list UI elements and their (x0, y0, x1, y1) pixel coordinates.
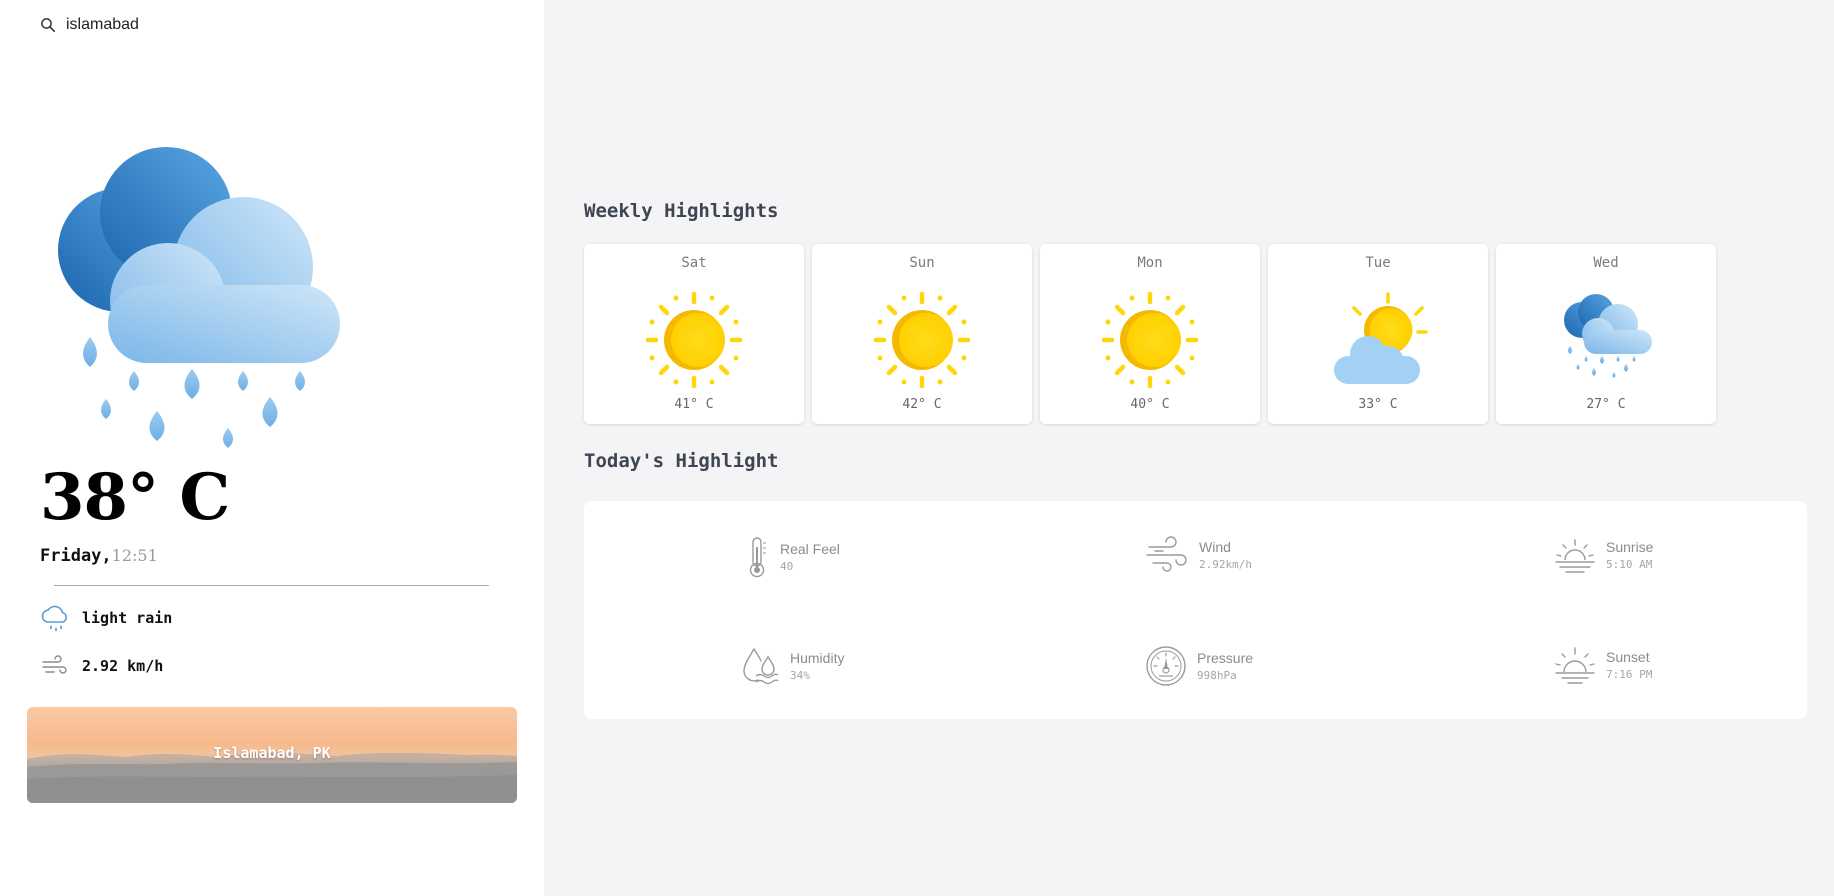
highlight-sunset: Sunset 7:16 PM (1554, 645, 1652, 685)
condition-text: light rain (82, 609, 173, 627)
wind-speed: 2.92 km/h (82, 657, 164, 675)
highlight-label: Sunset (1606, 649, 1650, 665)
sun-icon (873, 291, 971, 389)
highlight-value: 5:10 AM (1606, 558, 1653, 571)
search-bar[interactable] (40, 12, 366, 38)
highlight-label: Real Feel (780, 541, 840, 557)
highlight-label: Sunrise (1606, 539, 1654, 555)
forecast-card[interactable]: Sun 42° C (812, 244, 1032, 424)
highlight-value: 7:16 PM (1606, 668, 1653, 681)
current-datetime: Friday,12:51 (40, 546, 158, 566)
highlight-pressure: Pressure 998hPa (1145, 645, 1253, 687)
forecast-temp: 42° C (902, 397, 942, 412)
forecast-day: Mon (1137, 255, 1163, 271)
highlight-label: Humidity (790, 650, 845, 666)
current-temperature: 38° C (40, 460, 230, 535)
todays-highlight-title: Today's Highlight (584, 450, 779, 472)
forecast-card[interactable]: Mon 40° C (1040, 244, 1260, 424)
highlight-value: 998hPa (1197, 669, 1237, 682)
current-time: 12:51 (111, 546, 158, 565)
forecast-day: Sat (681, 255, 707, 271)
highlight-humidity: Humidity 34% (740, 645, 844, 687)
highlight-value: 2.92km/h (1199, 558, 1252, 571)
forecast-card[interactable]: Sat 41° C (584, 244, 804, 424)
rain-cloud-icon (1564, 294, 1652, 378)
location-card: Islamabad, PK (27, 707, 517, 803)
forecast-card[interactable]: Tue 33° C (1268, 244, 1488, 424)
highlight-wind: Wind 2.92km/h (1145, 535, 1252, 575)
forecast-day: Sun (909, 255, 935, 271)
pressure-gauge-icon (1146, 646, 1186, 686)
weekly-highlights-title: Weekly Highlights (584, 200, 779, 222)
location-name: Islamabad, PK (213, 744, 331, 762)
condition-row: light rain (40, 603, 172, 633)
rain-cloud-icon (58, 147, 340, 448)
highlight-value: 34% (790, 669, 810, 682)
sun-icon (645, 291, 743, 389)
forecast-temp: 40° C (1130, 397, 1170, 412)
divider (54, 585, 489, 586)
highlight-real-feel: Real Feel 40 (744, 535, 840, 579)
highlight-label: Wind (1199, 539, 1231, 555)
current-weather-panel: 38° C Friday,12:51 light rain 2.92 km/h … (0, 0, 544, 896)
forecast-day: Tue (1365, 255, 1391, 271)
search-input[interactable] (66, 16, 366, 34)
highlight-label: Pressure (1197, 650, 1254, 666)
wind-icon (42, 655, 67, 674)
current-day: Friday, (40, 546, 112, 566)
todays-highlight-card: Real Feel 40 Wind 2.92km/h Sunrise 5:10 … (584, 501, 1807, 719)
forecast-day: Wed (1593, 255, 1619, 271)
thermometer-icon (749, 537, 766, 578)
partly-cloudy-icon (1334, 292, 1428, 384)
sun-icon (1101, 291, 1199, 389)
forecast-temp: 41° C (674, 397, 714, 412)
rain-cloud-small-icon (41, 605, 67, 632)
sunrise-icon (1555, 539, 1595, 573)
forecast-card[interactable]: Wed 27° C (1496, 244, 1716, 424)
highlight-sunrise: Sunrise 5:10 AM (1554, 535, 1653, 575)
forecast-temp: 27° C (1586, 397, 1626, 412)
wind-icon (1146, 536, 1187, 572)
humidity-icon (743, 648, 779, 685)
sunset-icon (1555, 647, 1595, 684)
highlight-value: 40 (780, 560, 794, 573)
forecast-temp: 33° C (1358, 397, 1398, 412)
wind-row: 2.92 km/h (40, 654, 163, 678)
weekly-forecast: Sat 41° C Sun 42° C Mon 40° C Tue 33° C … (584, 244, 1716, 424)
search-icon (41, 18, 55, 32)
